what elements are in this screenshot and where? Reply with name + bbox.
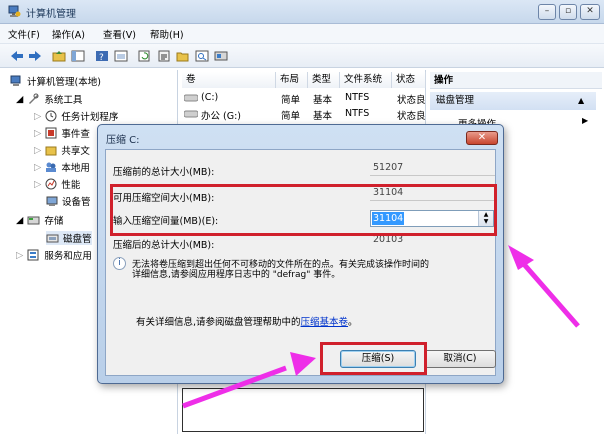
arrow-icon xyxy=(182,352,316,409)
arrow-icon xyxy=(508,245,580,328)
annotation-arrows xyxy=(182,245,580,409)
